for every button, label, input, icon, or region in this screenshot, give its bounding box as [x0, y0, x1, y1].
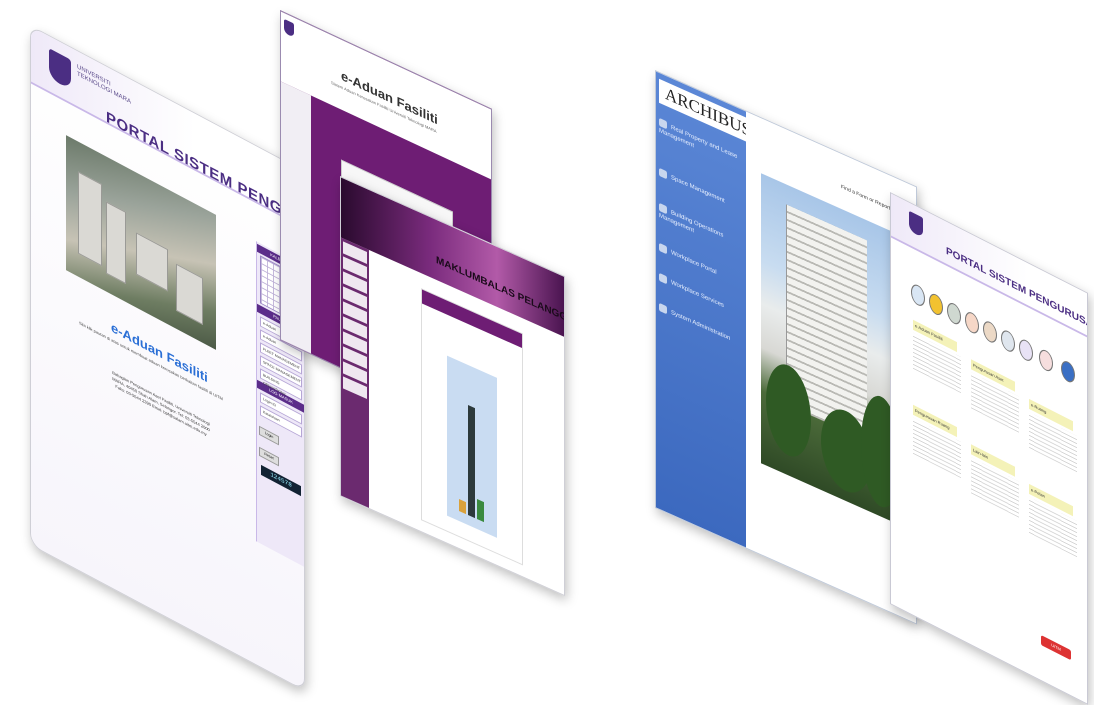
feedback-window: MAKLUMBALAS PELANGGAN — [340, 176, 565, 597]
module-icon[interactable] — [1061, 358, 1075, 386]
eaduan-title: e-Aduan Fasiliti — [341, 67, 438, 128]
eaduan-left-nav[interactable] — [281, 81, 311, 356]
feedback-bar-chart — [447, 355, 497, 538]
archibus-window: ARCHIBUS Real Property and Lease Managem… — [655, 70, 917, 625]
portal-icon — [659, 242, 667, 255]
login-button[interactable]: Login — [259, 425, 279, 446]
university-crest-icon — [909, 210, 923, 238]
eaduan-header: e-Aduan Fasiliti Sistem Aduan Kerosakan … — [281, 11, 491, 180]
gear-icon — [659, 302, 667, 315]
module-icon[interactable] — [911, 281, 925, 309]
visitor-counter: 124578 — [261, 464, 301, 497]
module-icon[interactable] — [947, 300, 961, 328]
module-icon[interactable] — [1019, 336, 1033, 364]
module-icon[interactable] — [1001, 327, 1015, 355]
reset-button[interactable]: Reset — [259, 446, 279, 467]
footer-badge: UiTM — [1041, 634, 1071, 661]
screenshot-collage: UNIVERSITI TEKNOLOGI MARA PORTAL SISTEM … — [0, 0, 1094, 705]
campus-building-photo — [761, 173, 901, 526]
eaduan-subtitle: Sistem Aduan Kerosakan Fasiliti Universi… — [331, 79, 437, 134]
university-crest-icon — [284, 18, 294, 38]
archibus-nav: ARCHIBUS Real Property and Lease Managem… — [656, 71, 751, 548]
chart-bar — [459, 498, 466, 515]
module-icon[interactable] — [929, 290, 943, 319]
portal-window: UNIVERSITI TEKNOLOGI MARA PORTAL SISTEM … — [30, 25, 305, 692]
feedback-left-menu — [341, 237, 369, 510]
module-icon[interactable] — [983, 318, 997, 346]
nav-item-space[interactable]: Space Management — [659, 167, 743, 214]
services-icon — [659, 272, 667, 285]
floorplan-icon — [659, 167, 667, 180]
chart-bar — [477, 498, 484, 523]
feedback-chart-panel — [421, 288, 523, 566]
chart-bar — [468, 404, 475, 519]
portal-icons-window: PORTAL SISTEM PENGURUSAN FASILITI e-Adua… — [890, 192, 1088, 705]
module-icon[interactable] — [965, 309, 979, 337]
module-icon[interactable] — [1039, 346, 1053, 375]
